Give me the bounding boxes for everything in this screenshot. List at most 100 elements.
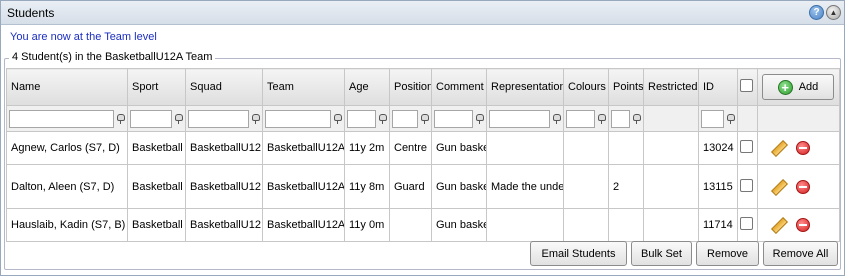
cell-comment: Gun baske 201 cm xyxy=(431,131,487,165)
col-header-select-all xyxy=(737,68,758,106)
col-header-position[interactable]: Position xyxy=(389,68,432,106)
cell-restricted xyxy=(643,131,699,165)
row-checkbox[interactable] xyxy=(740,217,753,230)
remove-row-icon[interactable] xyxy=(796,179,810,194)
row-checkbox[interactable] xyxy=(740,140,753,153)
plus-icon: + xyxy=(777,79,793,95)
filter-name-input[interactable] xyxy=(9,109,114,128)
add-button-label: Add xyxy=(798,81,819,93)
panel-title: Students xyxy=(7,6,55,20)
select-all-checkbox[interactable] xyxy=(740,79,753,92)
col-header-age[interactable]: Age xyxy=(344,68,390,106)
filter-pin-icon[interactable] xyxy=(632,113,641,124)
col-header-id[interactable]: ID xyxy=(698,68,738,106)
col-header-colours[interactable]: Colours xyxy=(563,68,609,106)
cell-actions xyxy=(757,131,840,165)
filter-pin-icon[interactable] xyxy=(251,113,260,124)
cell-points xyxy=(608,208,644,242)
filter-pin-icon[interactable] xyxy=(116,113,125,124)
cell-position: Centre xyxy=(389,131,432,165)
cell-team: BasketballU12A xyxy=(262,208,345,242)
filter-pin-icon[interactable] xyxy=(420,113,429,124)
filter-points-input[interactable] xyxy=(611,109,630,128)
filter-comment-input[interactable] xyxy=(434,109,473,128)
edit-pencil-icon[interactable] xyxy=(770,179,786,195)
cell-select xyxy=(737,131,758,165)
cell-squad: BasketballU12 xyxy=(185,208,263,242)
col-header-points[interactable]: Points xyxy=(608,68,644,106)
col-header-restricted[interactable]: Restricted xyxy=(643,68,699,106)
row-checkbox[interactable] xyxy=(740,178,753,192)
cell-points xyxy=(608,131,644,165)
filter-restricted-empty xyxy=(643,105,699,132)
remove-row-icon[interactable] xyxy=(796,218,810,232)
filter-select-empty xyxy=(737,105,758,132)
remove-all-button[interactable]: Remove All xyxy=(763,241,838,266)
filter-team-input[interactable] xyxy=(265,109,331,128)
col-header-sport[interactable]: Sport xyxy=(127,68,186,106)
filter-pin-icon[interactable] xyxy=(174,113,183,124)
cell-restricted xyxy=(643,208,699,242)
edit-pencil-icon[interactable] xyxy=(770,140,786,156)
cell-representation xyxy=(486,131,564,165)
filter-actions-empty xyxy=(757,105,840,132)
cell-sport: Basketball xyxy=(127,164,186,209)
col-header-actions: + Add xyxy=(757,68,840,106)
cell-id: 11714 xyxy=(698,208,738,242)
col-header-comment[interactable]: Comment xyxy=(431,68,487,106)
edit-pencil-icon[interactable] xyxy=(770,217,786,233)
remove-row-icon[interactable] xyxy=(796,141,810,155)
col-header-team[interactable]: Team xyxy=(262,68,345,106)
cell-name: Hauslaib, Kadin (S7, B) xyxy=(6,208,128,242)
cell-colours xyxy=(563,164,609,209)
cell-colours xyxy=(563,131,609,165)
cell-representation: Made the under 12 Vic Metro te in 2013 xyxy=(486,164,564,209)
filter-pin-icon[interactable] xyxy=(333,113,342,124)
cell-position xyxy=(389,208,432,242)
help-icon[interactable]: ? xyxy=(809,5,824,20)
cell-id: 13115 xyxy=(698,164,738,209)
cell-sport: Basketball xyxy=(127,131,186,165)
cell-select xyxy=(737,208,758,242)
filter-pin-icon[interactable] xyxy=(552,113,561,124)
cell-select xyxy=(737,164,758,209)
cell-representation xyxy=(486,208,564,242)
table-row[interactable]: Dalton, Aleen (S7, D) Basketball Basketb… xyxy=(6,164,840,209)
filter-pin-icon[interactable] xyxy=(726,113,735,124)
filter-colours-input[interactable] xyxy=(566,109,595,128)
students-table: Name Sport Squad Team Age Position Comme… xyxy=(6,68,840,242)
cell-id: 13024 xyxy=(698,131,738,165)
col-header-representation[interactable]: Representation xyxy=(486,68,564,106)
cell-name: Agnew, Carlos (S7, D) xyxy=(6,131,128,165)
filter-pin-icon[interactable] xyxy=(597,113,606,124)
cell-restricted xyxy=(643,164,699,209)
filter-pin-icon[interactable] xyxy=(475,113,484,124)
add-button[interactable]: + Add xyxy=(762,74,834,100)
collapse-up-icon[interactable]: ▲ xyxy=(826,5,841,20)
cell-sport: Basketball xyxy=(127,208,186,242)
level-notice: You are now at the Team level xyxy=(10,31,157,43)
filter-sport-input[interactable] xyxy=(130,109,172,128)
cell-age: 11y 8m xyxy=(344,164,390,209)
cell-name: Dalton, Aleen (S7, D) xyxy=(6,164,128,209)
filter-representation-input[interactable] xyxy=(489,109,550,128)
cell-actions xyxy=(757,208,840,242)
cell-squad: BasketballU12 xyxy=(185,164,263,209)
filter-id-input[interactable] xyxy=(701,109,724,128)
filter-pin-icon[interactable] xyxy=(378,113,387,124)
col-header-name[interactable]: Name xyxy=(6,68,128,106)
cell-team: BasketballU12A xyxy=(262,131,345,165)
email-students-button[interactable]: Email Students xyxy=(530,241,627,266)
table-row[interactable]: Agnew, Carlos (S7, D) Basketball Basketb… xyxy=(6,131,840,165)
filter-age-input[interactable] xyxy=(347,109,376,128)
col-header-squad[interactable]: Squad xyxy=(185,68,263,106)
filter-squad-input[interactable] xyxy=(188,109,249,128)
cell-comment: Gun baske xyxy=(431,164,487,209)
filter-position-input[interactable] xyxy=(392,109,418,128)
bulk-set-button[interactable]: Bulk Set xyxy=(631,241,692,266)
filter-row xyxy=(6,105,840,132)
table-row[interactable]: Hauslaib, Kadin (S7, B) Basketball Baske… xyxy=(6,208,840,242)
remove-button[interactable]: Remove xyxy=(696,241,759,266)
cell-team: BasketballU12A xyxy=(262,164,345,209)
cell-comment: Gun baske xyxy=(431,208,487,242)
